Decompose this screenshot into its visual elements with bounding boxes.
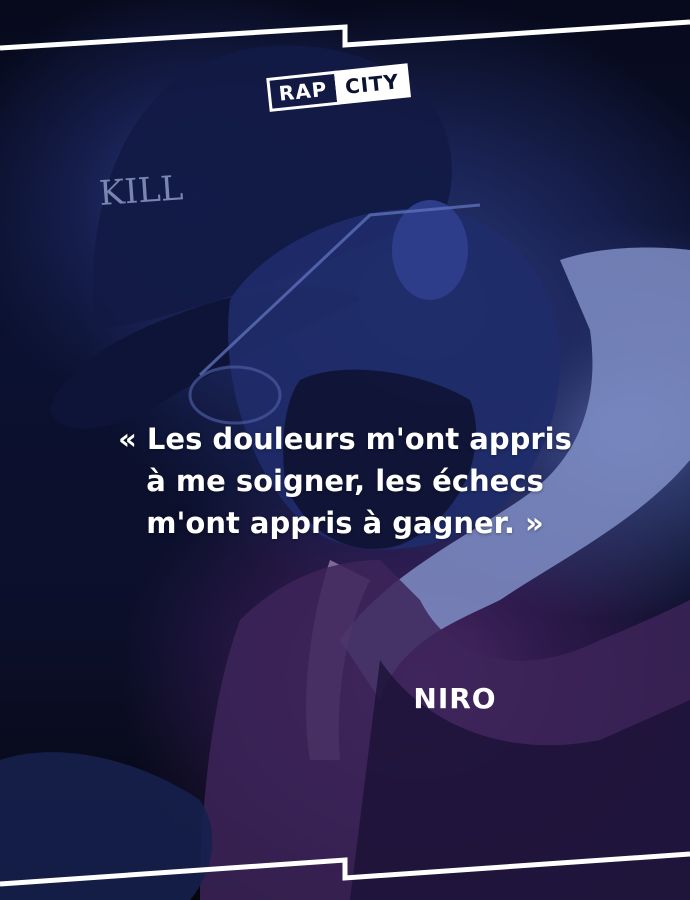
quote-text: « Les douleurs m'ont appris à me soigner… bbox=[118, 422, 572, 540]
top-frame-line bbox=[0, 19, 690, 51]
author-name: NIRO bbox=[413, 682, 497, 715]
cap-text: KILL bbox=[98, 168, 185, 214]
quote-poster: KILL RAP CITY « Les douleurs m'ont appri… bbox=[0, 0, 690, 900]
bottom-frame-line bbox=[0, 851, 690, 887]
ear bbox=[392, 200, 468, 300]
